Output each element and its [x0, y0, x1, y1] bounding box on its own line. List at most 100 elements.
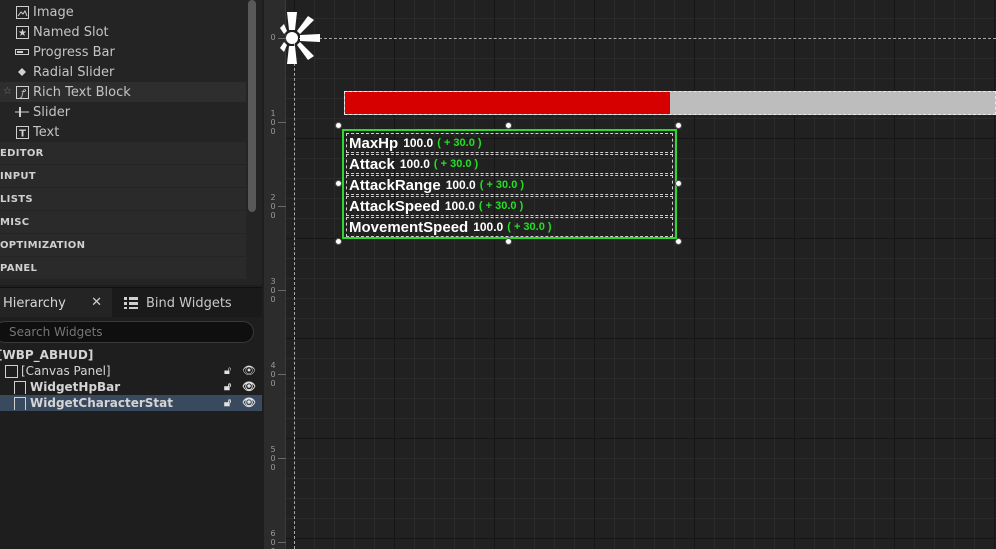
resize-handle[interactable]: [335, 122, 342, 129]
category-editor[interactable]: EDITOR: [0, 142, 246, 164]
stat-modifier-value: ( + 30.0 ): [437, 137, 482, 149]
ruler-label: 0: [270, 33, 276, 42]
ruler-label: 2: [270, 193, 276, 202]
stat-base-value: 100.0: [445, 178, 476, 192]
lock-icon[interactable]: 🔓︎: [224, 364, 231, 378]
palette-item-progress-bar[interactable]: Progress Bar: [0, 42, 246, 62]
ruler-label: 0: [270, 118, 276, 127]
stat-row[interactable]: AttackRange 100.0( + 30.0 ): [346, 175, 673, 195]
stat-modifier-value: ( + 30.0 ): [433, 158, 479, 170]
tab-hierarchy[interactable]: Hierarchy ✕: [0, 288, 112, 318]
favorite-star-icon[interactable]: ☆: [3, 86, 12, 97]
stat-row[interactable]: MaxHp 100.0( + 30.0 ): [346, 133, 673, 153]
category-label: EDITOR: [0, 147, 44, 159]
hp-progress-bar[interactable]: [344, 91, 996, 115]
character-stat-widget[interactable]: MaxHp 100.0( + 30.0 ) Attack 100.0( + 30.0 …: [342, 129, 677, 239]
stat-base-value: 100.0: [444, 199, 475, 213]
ruler-tick: [278, 122, 286, 123]
user-widget-icon: [14, 396, 26, 410]
bind-widgets-icon: [124, 297, 138, 309]
category-input[interactable]: INPUT: [0, 165, 246, 187]
ruler-label: 0: [270, 127, 276, 136]
tree-item-label: WidgetHpBar: [30, 380, 121, 394]
image-icon: [15, 5, 29, 19]
palette-item-label: Progress Bar: [33, 44, 115, 60]
stat-base-value: 100.0: [399, 157, 430, 171]
stat-row[interactable]: Attack 100.0( + 30.0 ): [346, 154, 673, 174]
ruler-label: 0: [270, 463, 276, 472]
svg-text:T: T: [19, 128, 26, 139]
stat-name: AttackRange: [349, 176, 441, 194]
hierarchy-tab-bar: Hierarchy ✕ Bind Widgets: [0, 287, 262, 318]
ruler-label: 0: [270, 295, 276, 304]
tree-item-canvas-panel[interactable]: [Canvas Panel] 🔓︎ 👁︎: [0, 363, 262, 379]
ruler-label: 4: [270, 361, 276, 370]
resize-handle[interactable]: [675, 180, 682, 187]
category-panel[interactable]: PANEL: [0, 257, 246, 279]
stat-modifier-value: ( + 30.0 ): [479, 179, 525, 191]
lock-icon[interactable]: 🔓︎: [224, 380, 231, 394]
resize-handle[interactable]: [505, 238, 512, 245]
tree-item-root[interactable]: [WBP_ABHUD]: [0, 347, 262, 363]
resize-handle[interactable]: [335, 180, 342, 187]
resize-handle[interactable]: [675, 122, 682, 129]
stat-name: Attack: [349, 155, 395, 173]
resize-handle[interactable]: [335, 238, 342, 245]
palette-item-radial-slider[interactable]: Radial Slider: [0, 62, 246, 82]
canvas-panel-icon: [5, 364, 18, 378]
palette-item-label: Radial Slider: [33, 64, 115, 80]
tree-item-widget-hp-bar[interactable]: WidgetHpBar 🔓︎ 👁︎: [0, 379, 262, 395]
category-optimization[interactable]: OPTIMIZATION: [0, 234, 246, 256]
category-label: LISTS: [0, 193, 33, 205]
canvas-boundary-top: [294, 38, 996, 39]
ruler-label: 0: [270, 211, 276, 220]
resize-handle[interactable]: [675, 238, 682, 245]
ruler-label: 0: [270, 202, 276, 211]
eye-icon[interactable]: 👁︎: [242, 380, 256, 393]
category-label: OPTIMIZATION: [0, 239, 86, 251]
ruler-label: 6: [270, 529, 276, 538]
progress-bar-icon: [15, 45, 29, 59]
anchor-icon[interactable]: [278, 6, 324, 72]
user-widget-icon: [14, 380, 26, 394]
eye-icon[interactable]: 👁︎: [242, 396, 256, 409]
category-lists[interactable]: LISTS: [0, 188, 246, 210]
ruler-tick: [278, 290, 286, 291]
close-icon[interactable]: ✕: [91, 295, 102, 310]
lock-icon[interactable]: 🔓︎: [224, 396, 231, 410]
palette-item-image[interactable]: Image: [0, 2, 246, 22]
tab-label: Bind Widgets: [146, 295, 232, 311]
palette-item-slider[interactable]: Slider: [0, 102, 246, 122]
rich-text-block-icon: ꝭ: [15, 85, 29, 99]
ruler-label: 0: [270, 286, 276, 295]
palette-item-label: Named Slot: [33, 24, 109, 40]
tree-item-label: [Canvas Panel]: [21, 364, 111, 378]
palette-item-rich-text-block[interactable]: ☆ ꝭ Rich Text Block: [0, 82, 246, 102]
resize-handle[interactable]: [505, 122, 512, 129]
stat-base-value: 100.0: [473, 220, 504, 234]
search-widgets-input[interactable]: [0, 321, 254, 343]
designer-viewport[interactable]: 0100200300400500600 MaxHp100.0( + 30.0 )…: [264, 0, 996, 549]
palette-item-named-slot[interactable]: ★ Named Slot: [0, 22, 246, 42]
svg-text:ꝭ: ꝭ: [19, 89, 26, 99]
tab-bind-widgets[interactable]: Bind Widgets: [120, 288, 260, 318]
stat-name: AttackSpeed: [349, 197, 440, 215]
left-panel: Image ★ Named Slot Progress Bar Radial S…: [0, 0, 264, 549]
stat-row[interactable]: MovementSpeed 100.0( + 30.0 ): [346, 217, 673, 237]
stat-row[interactable]: AttackSpeed 100.0( + 30.0 ): [346, 196, 673, 216]
ruler-label: 0: [270, 379, 276, 388]
eye-icon[interactable]: 👁︎: [242, 364, 256, 377]
tree-item-label: WidgetCharacterStat: [30, 396, 173, 410]
svg-text:★: ★: [18, 28, 27, 39]
palette-item-text[interactable]: T Text: [0, 122, 246, 142]
tab-label: Hierarchy: [3, 295, 66, 311]
category-label: INPUT: [0, 170, 36, 182]
tree-item-widget-character-stat[interactable]: WidgetCharacterStat 🔓︎ 👁︎: [0, 395, 262, 411]
palette-scrollbar[interactable]: [248, 0, 256, 212]
stat-name: MaxHp: [349, 134, 399, 152]
vertical-ruler: 0100200300400500600: [264, 0, 286, 549]
ruler-tick: [278, 374, 286, 375]
radial-slider-icon: [15, 65, 29, 79]
category-misc[interactable]: MISC: [0, 211, 246, 233]
tree-item-label: [WBP_ABHUD]: [0, 348, 94, 362]
